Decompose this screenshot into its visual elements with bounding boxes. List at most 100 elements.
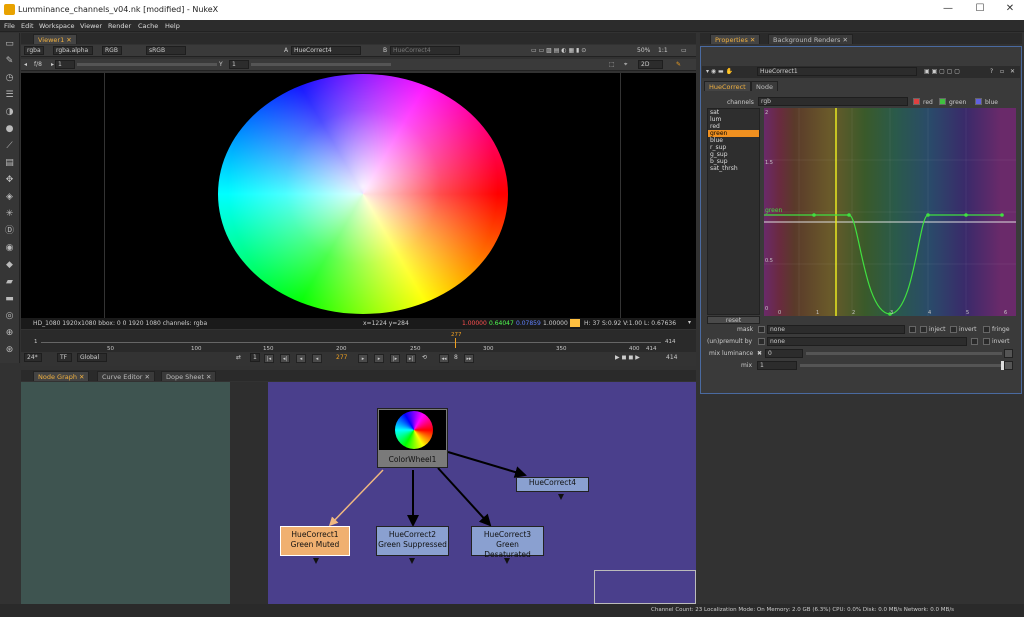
input-a-dropdown[interactable]: HueCorrect4 <box>291 46 361 55</box>
curve-editor[interactable]: green 2 1.5 0.5 0 0 1 2 3 4 5 6 <box>764 108 1016 316</box>
red-checkbox[interactable] <box>913 98 920 105</box>
play-backward-button[interactable]: ◂ <box>312 354 322 363</box>
node-huecorrect3[interactable]: HueCorrect3 Green Desaturated <box>471 526 544 559</box>
out-frame-value[interactable]: 414 <box>666 353 677 362</box>
fps-dropdown[interactable]: 24* <box>24 353 42 362</box>
plugins-icon[interactable]: ⊛ <box>3 344 16 357</box>
3d-icon[interactable]: ◈ <box>3 191 16 204</box>
fstop-value[interactable]: f/8 <box>34 60 42 69</box>
in-frame-field[interactable]: 1 <box>250 353 260 362</box>
views-icon[interactable]: ◉ <box>3 242 16 255</box>
channels-dropdown-prop[interactable]: rgb <box>758 97 908 106</box>
channel-icon[interactable]: ☰ <box>3 89 16 102</box>
mask-invert-swatch[interactable] <box>909 326 916 333</box>
loop-icon[interactable]: ⟲ <box>422 353 427 362</box>
reset-button[interactable]: reset <box>707 316 760 324</box>
tab-curve-editor[interactable]: Curve Editor ✕ <box>97 371 155 381</box>
crop-icon[interactable]: ⌖ <box>624 60 627 69</box>
info-expand-icon[interactable]: ▾ <box>688 319 691 326</box>
step-forward-button[interactable]: ▸ <box>374 354 384 363</box>
skip-back-button[interactable]: ◂◂ <box>439 354 449 363</box>
curve-item-sat-thrsh[interactable]: sat_thrsh <box>708 165 759 172</box>
minimize-icon[interactable]: — <box>934 3 962 17</box>
gamma-field[interactable]: 1 <box>229 60 249 69</box>
fstop-arrow-icon[interactable]: ◂ <box>24 60 27 69</box>
menu-workspace[interactable]: Workspace <box>39 22 75 30</box>
close-icon[interactable]: ✕ <box>996 3 1024 17</box>
ofx-icon[interactable]: ⊕ <box>3 327 16 340</box>
view-mode-dropdown[interactable]: 2D <box>638 60 663 69</box>
current-frame[interactable]: 277 <box>336 353 347 362</box>
flipbook-icons[interactable]: ▶ ◼ ◼ ▶ <box>615 353 640 362</box>
next-key-button[interactable]: |▸ <box>390 354 400 363</box>
inject-checkbox[interactable] <box>920 326 927 333</box>
gain-field[interactable]: 1 <box>55 60 75 69</box>
tab-viewer1[interactable]: Viewer1 ✕ <box>33 34 77 44</box>
other-icon[interactable]: ▬ <box>3 293 16 306</box>
alpha-dropdown[interactable]: rgba.alpha <box>53 46 93 55</box>
curve-item-sat[interactable]: sat <box>708 109 759 116</box>
time-icon[interactable]: ◷ <box>3 72 16 85</box>
curve-list[interactable]: sat lum red green blue r_sup g_sup b_sup… <box>707 108 760 315</box>
tab-huecorrect[interactable]: HueCorrect <box>704 81 751 91</box>
furnace-icon[interactable]: ◎ <box>3 310 16 323</box>
paint-icon[interactable]: ✎ <box>676 60 681 69</box>
node-help-icon[interactable]: ? <box>990 67 993 76</box>
curve-item-lum[interactable]: lum <box>708 116 759 123</box>
maximize-icon[interactable]: ☐ <box>966 3 994 17</box>
roi-icon[interactable]: ⬚ <box>609 60 615 69</box>
menu-help[interactable]: Help <box>165 22 180 30</box>
curve-item-green[interactable]: green <box>708 130 759 137</box>
zoom-value[interactable]: 50% <box>637 46 650 55</box>
skip-forward-button[interactable]: ▸▸ <box>464 354 474 363</box>
rgb-dropdown[interactable]: RGB <box>102 46 122 55</box>
unpremult-dropdown[interactable]: none <box>767 337 967 346</box>
menu-file[interactable]: File <box>4 22 15 30</box>
node-huecorrect1[interactable]: HueCorrect1 Green Muted <box>280 526 350 556</box>
color-icon[interactable]: ◑ <box>3 106 16 119</box>
node-header-icons[interactable]: ▾ ◉ ▬ ✋ <box>706 67 733 76</box>
invert-checkbox[interactable] <box>950 326 957 333</box>
mask-checkbox[interactable] <box>758 326 765 333</box>
node-graph[interactable]: ColorWheel1 HueCorrect4 HueCorrect1 Gree… <box>268 382 696 604</box>
tab-dope-sheet[interactable]: Dope Sheet ✕ <box>161 371 217 381</box>
gamma-slider[interactable] <box>251 63 391 66</box>
mix-slider[interactable] <box>800 364 1002 367</box>
playhead[interactable] <box>455 338 456 348</box>
curve-item-g-sup[interactable]: g_sup <box>708 151 759 158</box>
mix-luminance-anim-button[interactable] <box>1004 349 1013 358</box>
node-name-field[interactable]: HueCorrect1 <box>757 67 917 76</box>
unpremult-swatch[interactable] <box>971 338 978 345</box>
colorspace-dropdown[interactable]: sRGB <box>146 46 186 55</box>
transform-icon[interactable]: ✥ <box>3 174 16 187</box>
draw-icon[interactable]: ✎ <box>3 55 16 68</box>
fringe-checkbox[interactable] <box>983 326 990 333</box>
timeline[interactable]: 1 50 100 150 200 250 300 350 400 414 277… <box>21 330 696 352</box>
curve-item-red[interactable]: red <box>708 123 759 130</box>
tab-properties[interactable]: Properties ✕ <box>710 34 761 44</box>
gain-slider[interactable] <box>77 63 217 66</box>
increment-value[interactable]: 8 <box>454 353 458 362</box>
menu-edit[interactable]: Edit <box>21 22 34 30</box>
tab-node[interactable]: Node <box>751 81 778 91</box>
metadata-icon[interactable]: ◆ <box>3 259 16 272</box>
play-forward-button[interactable]: ▸ <box>358 354 368 363</box>
first-frame-button[interactable]: |◂ <box>264 354 274 363</box>
curve-item-r-sup[interactable]: r_sup <box>708 144 759 151</box>
mix-luminance-field[interactable]: 0 <box>765 349 803 358</box>
filter-icon[interactable]: ● <box>3 123 16 136</box>
mix-luminance-slider[interactable] <box>806 352 1002 355</box>
node-color-buttons[interactable]: ▣ ▣ ▢ ▢ ▢ <box>924 67 960 76</box>
range-lock-icon[interactable]: ⇄ <box>236 353 241 362</box>
keyer-icon[interactable]: ⟋ <box>3 140 16 153</box>
last-frame-button[interactable]: ▸| <box>406 354 416 363</box>
mix-luminance-reset-icon[interactable]: ✖ <box>757 349 762 358</box>
green-checkbox[interactable] <box>939 98 946 105</box>
image-icon[interactable]: ▭ <box>3 38 16 51</box>
mix-field[interactable]: 1 <box>757 361 797 370</box>
unpremult-checkbox[interactable] <box>758 338 765 345</box>
fstop-next-icon[interactable]: ▸ <box>51 60 54 69</box>
merge-icon[interactable]: ▤ <box>3 157 16 170</box>
curve-item-blue[interactable]: blue <box>708 137 759 144</box>
viewer-tool-icons[interactable]: ▭ ▭ ▨ ▤ ◐ ▦ ▮ ⊙ <box>531 46 586 55</box>
